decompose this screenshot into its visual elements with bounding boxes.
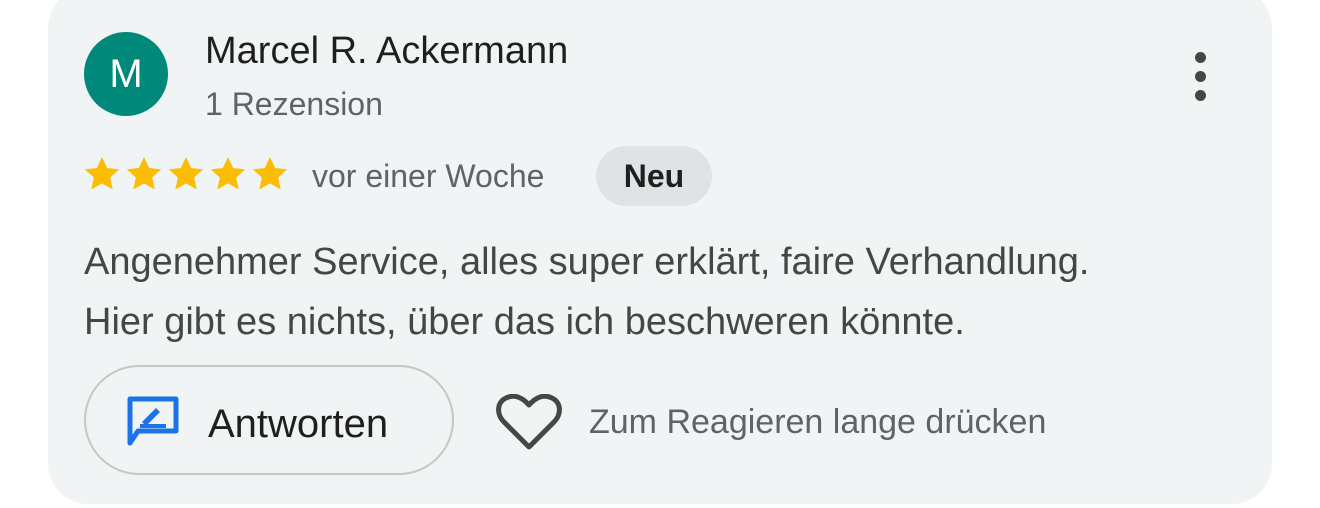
star-icon bbox=[168, 157, 204, 190]
review-time: vor einer Woche bbox=[312, 158, 545, 194]
review-text-line: Angenehmer Service, alles super erklärt,… bbox=[84, 241, 1090, 283]
author-review-count: 1 Rezension bbox=[205, 86, 383, 122]
star-rating bbox=[82, 154, 290, 194]
more-vert-icon bbox=[1194, 51, 1206, 63]
reply-button-label: Antworten bbox=[208, 402, 389, 446]
more-vert-icon-dot bbox=[1194, 70, 1206, 82]
review-text: Angenehmer Service, alles super erklärt,… bbox=[84, 232, 1244, 352]
author-name[interactable]: Marcel R. Ackermann bbox=[205, 28, 568, 74]
react-hint: Zum Reagieren lange drücken bbox=[589, 403, 1047, 441]
more-vert-icon-dot bbox=[1194, 89, 1206, 101]
new-badge-label: Neu bbox=[623, 157, 685, 194]
star-icon bbox=[252, 157, 288, 190]
reply-button[interactable]: Antworten bbox=[84, 365, 454, 475]
heart-outline-icon[interactable] bbox=[496, 393, 562, 457]
avatar[interactable]: M bbox=[84, 32, 168, 116]
new-badge: Neu bbox=[596, 146, 712, 206]
reply-edit-icon bbox=[126, 396, 180, 451]
star-icon bbox=[210, 157, 246, 190]
avatar-initial: M bbox=[109, 51, 143, 96]
more-options-button[interactable] bbox=[1176, 40, 1224, 112]
review-text-line: Hier gibt es nichts, über das ich beschw… bbox=[84, 301, 965, 343]
star-icon bbox=[84, 157, 120, 190]
star-icon bbox=[126, 157, 162, 190]
